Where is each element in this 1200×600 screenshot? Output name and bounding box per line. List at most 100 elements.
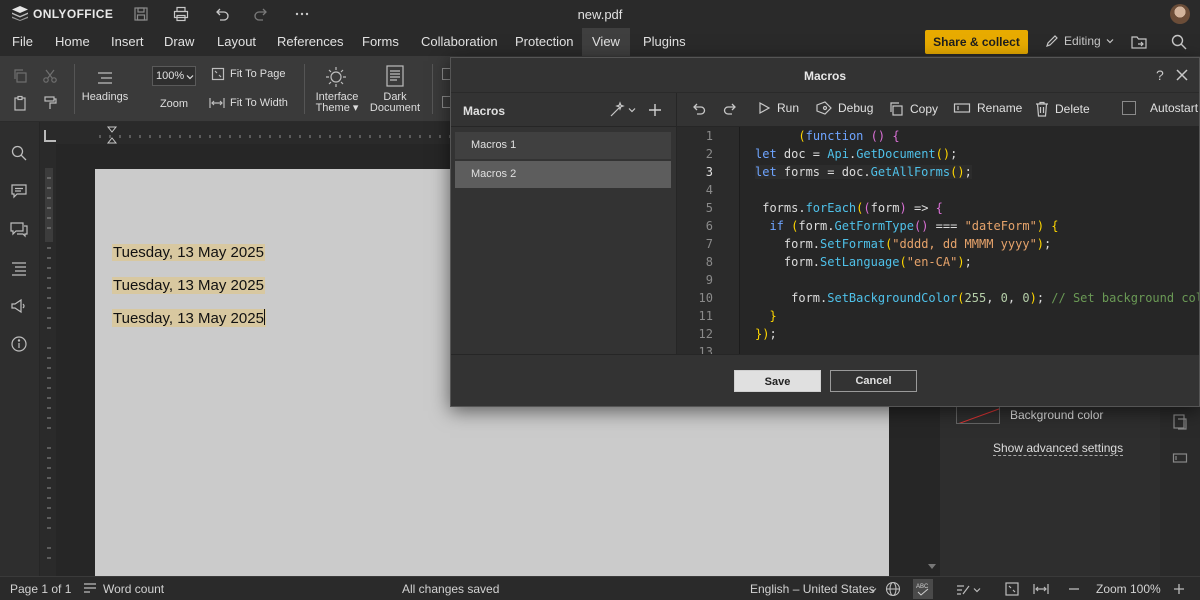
copy-icon[interactable] — [12, 68, 28, 84]
word-count-button[interactable]: Word count — [103, 582, 164, 596]
page-indicator[interactable]: Page 1 of 1 — [10, 582, 71, 596]
code-line[interactable]: forms.forEach((form) => { — [755, 201, 943, 215]
word-count-icon[interactable] — [82, 581, 98, 597]
code-line[interactable]: form.SetLanguage("en-CA"); — [755, 255, 972, 269]
interface-theme-button[interactable]: Interface Theme ▾ — [310, 92, 364, 114]
chevron-down-icon[interactable] — [628, 106, 636, 114]
interface-theme-icon[interactable] — [325, 66, 347, 88]
code-line-current[interactable]: let forms = doc.GetAllForms(); — [755, 165, 972, 179]
chevron-down-icon[interactable] — [973, 586, 981, 594]
fit-width-icon[interactable] — [209, 96, 225, 110]
date-form-field[interactable]: Tuesday, 13 May 2025 — [112, 309, 266, 327]
menu-file[interactable]: File — [2, 28, 43, 56]
feedback-icon[interactable] — [10, 297, 28, 315]
more-icon[interactable] — [293, 5, 311, 23]
code-line[interactable]: form.SetBackgroundColor(255, 0, 0); // S… — [755, 291, 1199, 305]
add-macro-icon[interactable] — [647, 102, 663, 118]
editing-mode-dropdown[interactable]: Editing — [1045, 34, 1114, 48]
menu-collaboration[interactable]: Collaboration — [411, 28, 508, 56]
run-button[interactable]: Run — [757, 101, 799, 115]
search-icon[interactable] — [1170, 33, 1188, 51]
open-file-location-icon[interactable] — [1130, 33, 1148, 51]
code-line[interactable]: form.SetFormat("dddd, dd MMMM yyyy"); — [755, 237, 1051, 251]
format-painter-icon[interactable] — [42, 95, 58, 111]
globe-icon[interactable] — [885, 581, 901, 597]
ruler-corner[interactable] — [44, 130, 56, 142]
code-line[interactable]: let doc = Api.GetDocument(); — [755, 147, 957, 161]
code-line[interactable]: (function () { — [755, 129, 899, 143]
track-changes-icon[interactable] — [955, 581, 971, 597]
zoom-in-icon[interactable] — [1171, 581, 1187, 597]
menu-protection[interactable]: Protection — [505, 28, 584, 56]
menu-home[interactable]: Home — [45, 28, 100, 56]
menu-view[interactable]: View — [582, 28, 630, 56]
menu-layout[interactable]: Layout — [207, 28, 266, 56]
dialog-header[interactable]: Macros ? — [451, 58, 1199, 93]
debug-button[interactable]: Debug — [816, 101, 873, 115]
background-color-swatch[interactable] — [956, 406, 1000, 424]
fit-to-page-button[interactable]: Fit To Page — [230, 68, 285, 80]
text-field-icon[interactable] — [1172, 450, 1188, 466]
code-lines[interactable]: (function () { let doc = Api.GetDocument… — [741, 127, 1199, 354]
code-line[interactable]: if (form.GetFormType() === "dateForm") { — [755, 219, 1058, 233]
dark-document-button[interactable]: Dark Document — [366, 92, 424, 114]
user-avatar[interactable] — [1170, 4, 1190, 24]
autostart-toggle[interactable]: Autostart — [1122, 101, 1198, 115]
code-editor[interactable]: 1 2 3 4 5 6 7 8 9 10 11 12 13 (function … — [677, 127, 1199, 354]
headings-icon[interactable] — [95, 68, 115, 88]
fit-to-width-button[interactable]: Fit To Width — [230, 97, 288, 109]
info-icon[interactable] — [10, 335, 28, 353]
background-color-setting[interactable]: Background color — [956, 406, 1103, 424]
dark-document-icon[interactable] — [385, 65, 405, 87]
menu-draw[interactable]: Draw — [154, 28, 204, 56]
macro-list-item-selected[interactable]: Macros 2 — [455, 161, 671, 188]
editor-redo-button[interactable] — [722, 101, 738, 117]
redo-icon[interactable] — [252, 5, 270, 23]
share-collect-button[interactable]: Share & collect — [925, 30, 1028, 54]
form-settings-icon[interactable] — [1172, 414, 1188, 430]
chevron-down-icon[interactable] — [869, 586, 877, 594]
fit-page-icon[interactable] — [1004, 581, 1020, 597]
help-button[interactable]: ? — [1156, 67, 1164, 83]
rename-button[interactable]: Rename — [953, 101, 1022, 115]
show-advanced-settings-link[interactable]: Show advanced settings — [993, 441, 1124, 456]
cut-icon[interactable] — [42, 68, 58, 84]
horizontal-ruler[interactable] — [96, 126, 456, 144]
cancel-button[interactable]: Cancel — [830, 370, 917, 392]
date-form-field[interactable]: Tuesday, 13 May 2025 — [112, 244, 265, 261]
close-icon[interactable] — [1175, 68, 1189, 82]
print-icon[interactable] — [172, 5, 190, 23]
scroll-down-arrow-icon[interactable] — [927, 560, 937, 572]
comments-icon[interactable] — [10, 182, 28, 200]
save-button[interactable]: Save — [734, 370, 821, 392]
zoom-select[interactable]: 100% — [152, 66, 196, 86]
date-form-field[interactable]: Tuesday, 13 May 2025 — [112, 277, 265, 294]
language-select[interactable]: English – United States — [750, 582, 875, 596]
undo-icon[interactable] — [213, 5, 231, 23]
editor-undo-button[interactable] — [691, 101, 707, 117]
save-icon[interactable] — [132, 5, 150, 23]
menu-forms[interactable]: Forms — [352, 28, 409, 56]
macro-list-item[interactable]: Macros 1 — [455, 132, 671, 159]
spellcheck-icon[interactable]: ABC — [913, 579, 933, 599]
zoom-level[interactable]: Zoom 100% — [1096, 582, 1161, 596]
menu-plugins[interactable]: Plugins — [633, 28, 696, 56]
code-line[interactable]: } — [755, 309, 776, 323]
search-icon[interactable] — [10, 144, 28, 162]
zoom-out-icon[interactable] — [1066, 581, 1082, 597]
autostart-checkbox[interactable] — [1122, 101, 1136, 115]
delete-button[interactable]: Delete — [1035, 101, 1090, 117]
menu-insert[interactable]: Insert — [101, 28, 154, 56]
fit-page-icon[interactable] — [211, 67, 225, 81]
vertical-ruler[interactable] — [42, 168, 56, 568]
navigation-icon[interactable] — [10, 259, 28, 277]
code-line[interactable]: }); — [755, 327, 777, 341]
app-logo[interactable]: ONLYOFFICE — [12, 6, 113, 21]
menu-references[interactable]: References — [267, 28, 353, 56]
paste-icon[interactable] — [12, 95, 28, 111]
headings-button[interactable]: Headings — [76, 91, 134, 103]
copy-button[interactable]: Copy — [888, 101, 938, 117]
chat-icon[interactable] — [10, 221, 28, 239]
fit-width-icon[interactable] — [1033, 581, 1049, 597]
ai-magic-icon[interactable] — [608, 101, 626, 119]
